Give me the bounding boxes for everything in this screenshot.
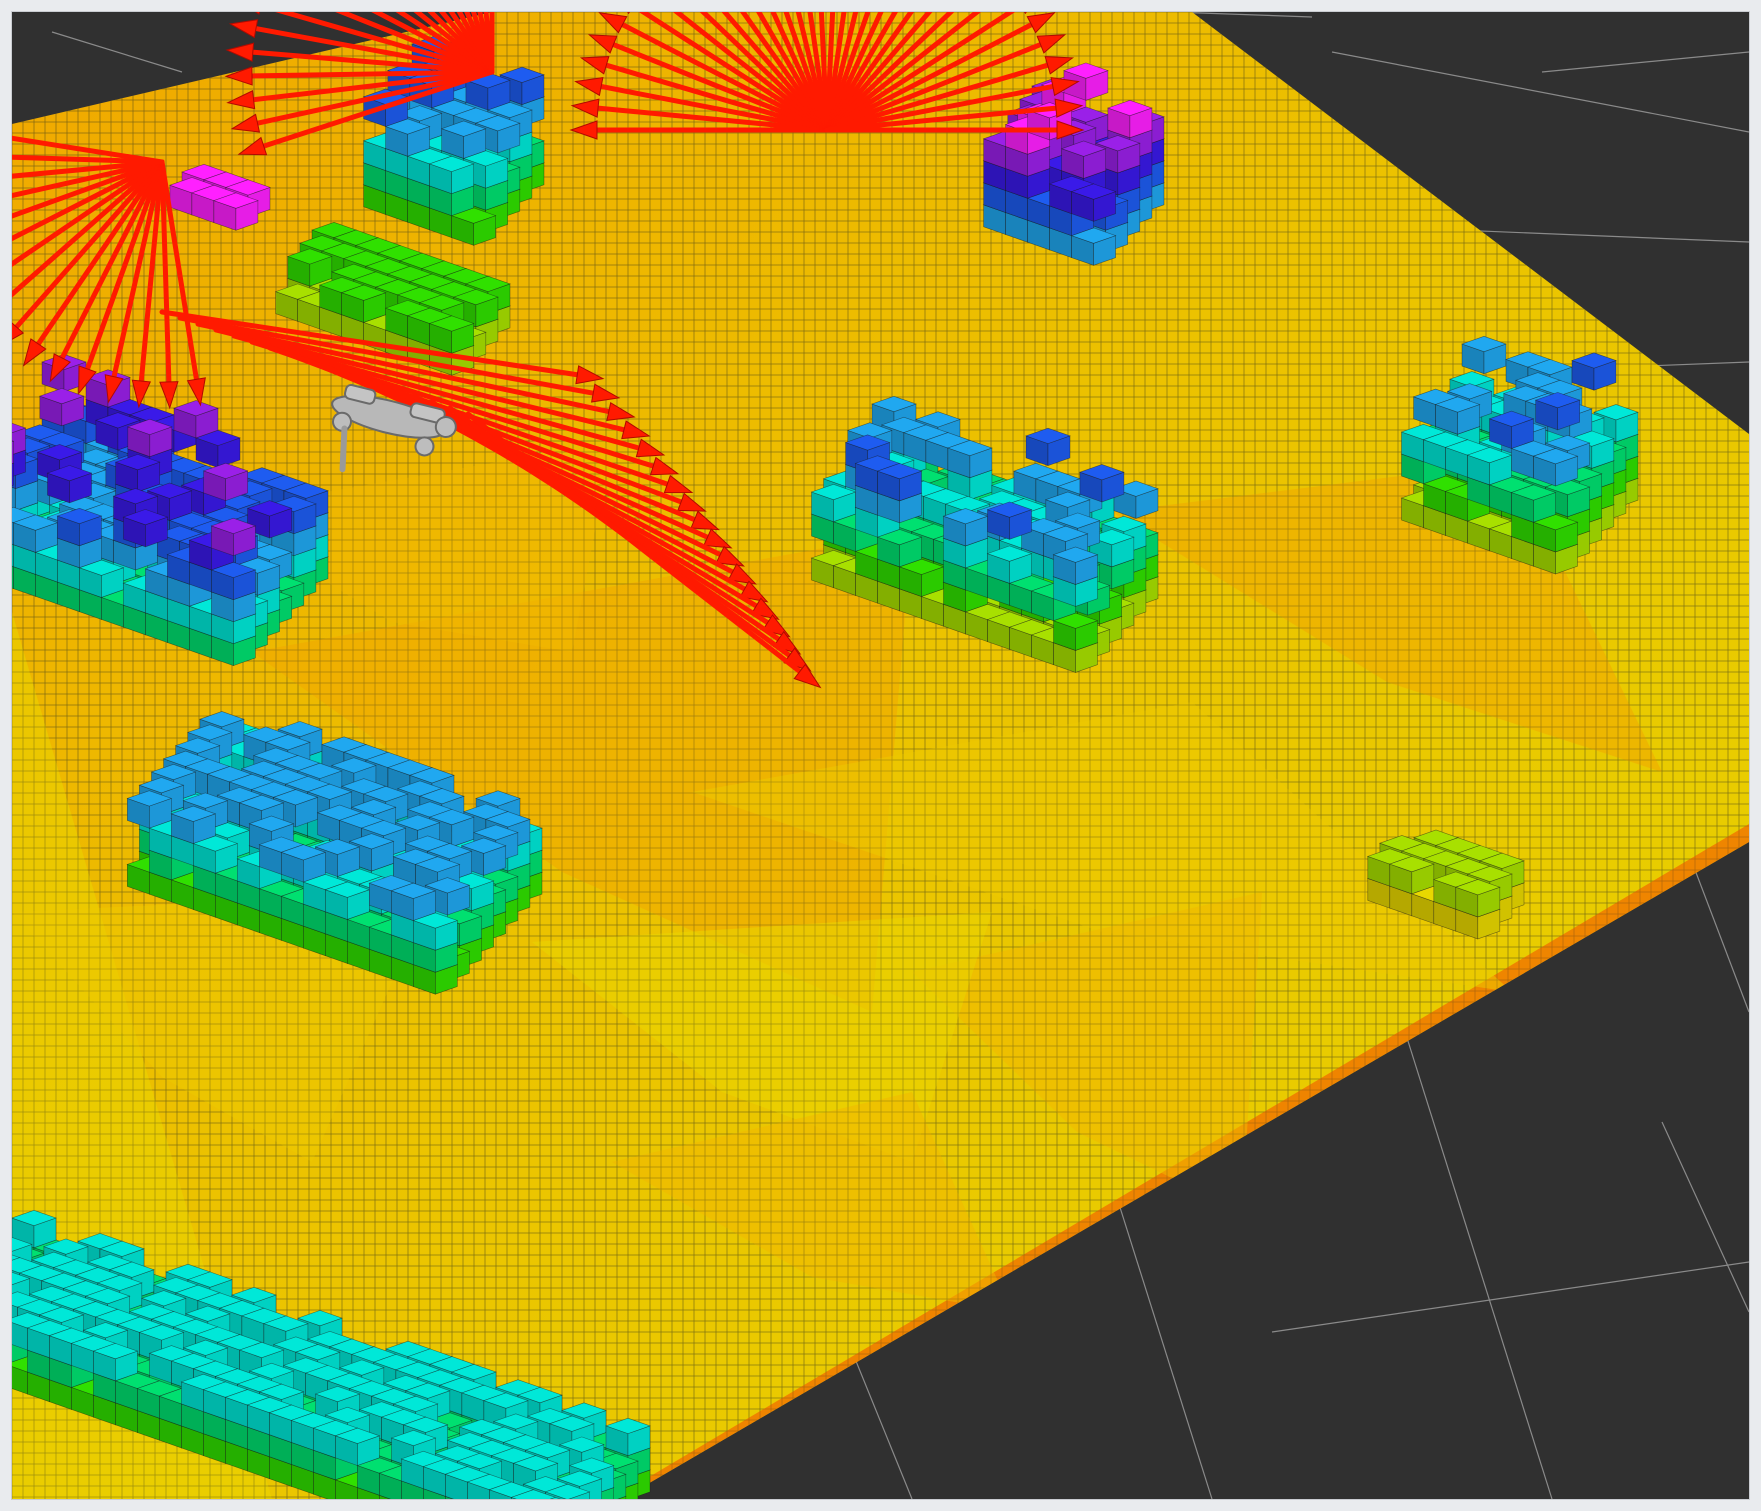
voxel: [46, 465, 93, 504]
voxel: [986, 501, 1033, 540]
voxel: [1106, 99, 1153, 139]
voxel: [12, 514, 59, 553]
voxel: [428, 155, 475, 195]
voxel: [1052, 546, 1099, 585]
rviz-3d-viewport-frame: [12, 12, 1749, 1499]
voxel: [986, 545, 1033, 584]
voxel: [1466, 447, 1513, 486]
voxel: [114, 454, 161, 493]
voxel: [942, 508, 989, 547]
voxel: [1070, 183, 1117, 222]
voxel: [428, 315, 475, 354]
voxel: [170, 805, 217, 844]
voxel: [605, 1417, 651, 1457]
voxel: [1454, 879, 1501, 918]
voxel: [92, 1343, 139, 1382]
voxel: [340, 284, 387, 323]
voxel: [810, 483, 857, 523]
voxel: [1060, 140, 1107, 179]
voxel: [1461, 335, 1507, 375]
voxel: [212, 192, 259, 231]
voxel: [334, 1427, 381, 1466]
3d-viewport[interactable]: [12, 12, 1749, 1499]
voxel: [202, 462, 249, 502]
voxel: [1532, 448, 1579, 487]
voxel: [126, 418, 173, 458]
voxel: [56, 507, 103, 547]
scene-canvas[interactable]: [12, 12, 1749, 1499]
voxel: [1025, 427, 1071, 467]
voxel: [1434, 396, 1481, 435]
voxel: [1388, 856, 1435, 895]
voxel: [1488, 410, 1535, 449]
voxel: [38, 388, 85, 427]
voxel: [126, 790, 173, 829]
voxel: [390, 882, 437, 921]
voxel: [173, 400, 219, 439]
voxel: [210, 517, 257, 557]
voxel: [1534, 392, 1581, 431]
voxel: [286, 248, 333, 287]
voxel: [1078, 464, 1125, 503]
voxel: [324, 881, 371, 920]
voxel: [122, 509, 169, 548]
voxel: [280, 844, 327, 883]
voxel: [946, 439, 993, 479]
voxel: [1571, 352, 1617, 391]
voxel: [1510, 484, 1557, 523]
voxel: [876, 463, 923, 502]
voxel: [440, 120, 487, 159]
